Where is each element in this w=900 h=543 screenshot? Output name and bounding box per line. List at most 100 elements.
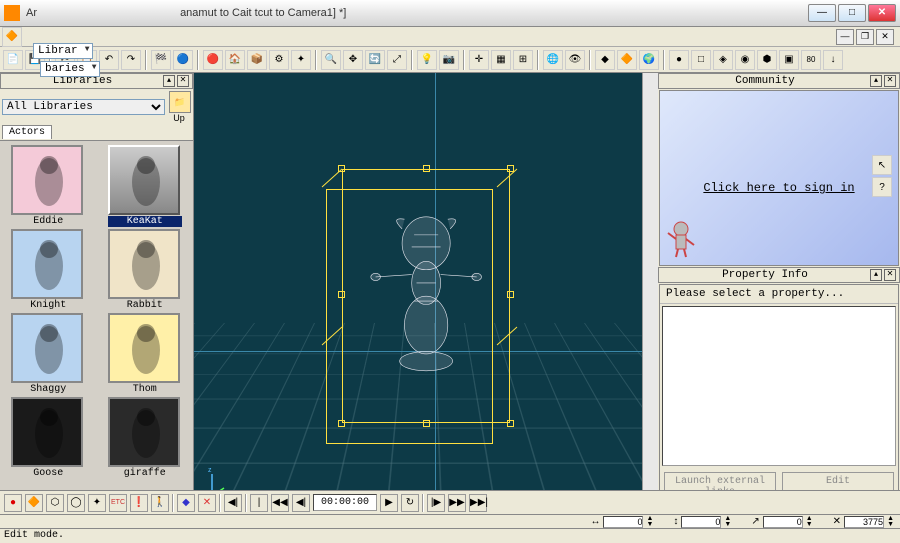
- coord-spinner[interactable]: ▲▼: [724, 516, 731, 528]
- tool-sphere[interactable]: 🔵: [173, 50, 193, 70]
- tl-prev-end[interactable]: ◀|: [224, 494, 242, 512]
- tool-box[interactable]: □: [691, 50, 711, 70]
- coord-spinner[interactable]: ▲▼: [646, 516, 653, 528]
- app-menu-icon[interactable]: 🔶: [2, 27, 22, 47]
- tool-axis[interactable]: ✛: [469, 50, 489, 70]
- tl-figure[interactable]: 🚶: [151, 494, 169, 512]
- mdi-close[interactable]: ✕: [876, 29, 894, 45]
- tool-rotate[interactable]: 🔄: [365, 50, 385, 70]
- tool-flag[interactable]: 🏁: [151, 50, 171, 70]
- coord-input[interactable]: [763, 516, 803, 528]
- tool-world[interactable]: 🌐: [543, 50, 563, 70]
- bounding-box[interactable]: [342, 169, 509, 424]
- step-fwd[interactable]: |▶: [427, 494, 445, 512]
- library-thumb[interactable]: Thom: [108, 313, 182, 395]
- tool-cube[interactable]: 📦: [247, 50, 267, 70]
- close-button[interactable]: ✕: [868, 4, 896, 22]
- tool-globe[interactable]: 🌍: [639, 50, 659, 70]
- signin-link[interactable]: Click here to sign in: [660, 181, 898, 195]
- coord-spinner[interactable]: ▲▼: [806, 516, 813, 528]
- tool-gear[interactable]: ⚙: [269, 50, 289, 70]
- library-dropdown[interactable]: Librar: [33, 43, 93, 59]
- community-pin[interactable]: ▴: [870, 75, 882, 87]
- mdi-restore[interactable]: ❐: [856, 29, 874, 45]
- tool-c2[interactable]: ◉: [735, 50, 755, 70]
- tool-move[interactable]: ✥: [343, 50, 363, 70]
- play-last[interactable]: ▶▶|: [469, 494, 487, 512]
- play-back[interactable]: ◀|: [292, 494, 310, 512]
- play-button[interactable]: ▶: [380, 494, 398, 512]
- tool-home[interactable]: 🏠: [225, 50, 245, 70]
- play-first[interactable]: |◀◀: [250, 494, 268, 512]
- bbox-handle[interactable]: [507, 165, 514, 172]
- libraries-close[interactable]: ✕: [177, 75, 189, 87]
- tool-c3[interactable]: ⬢: [757, 50, 777, 70]
- tool-undo[interactable]: ↶: [99, 50, 119, 70]
- record-icon[interactable]: ●: [4, 494, 22, 512]
- tl-b[interactable]: ⬡: [46, 494, 64, 512]
- loop-button[interactable]: ↻: [401, 494, 419, 512]
- actors-tab[interactable]: Actors: [2, 125, 52, 139]
- minimize-button[interactable]: —: [808, 4, 836, 22]
- bbox-handle[interactable]: [507, 420, 514, 427]
- tl-c[interactable]: ◯: [67, 494, 85, 512]
- bbox-handle[interactable]: [338, 291, 345, 298]
- library-thumb[interactable]: Goose: [11, 397, 85, 479]
- bbox-handle[interactable]: [423, 165, 430, 172]
- tl-etc[interactable]: ETC: [109, 494, 127, 512]
- tl-key[interactable]: ◆: [177, 494, 195, 512]
- tool-camera[interactable]: 📷: [439, 50, 459, 70]
- coord-input[interactable]: [681, 516, 721, 528]
- tl-del[interactable]: ✕: [198, 494, 216, 512]
- tool-c1[interactable]: ◈: [713, 50, 733, 70]
- library-select[interactable]: All Libraries: [2, 99, 165, 115]
- help-tool-icon[interactable]: ?: [872, 177, 892, 197]
- up-folder-button[interactable]: 📁: [169, 91, 191, 113]
- play-next[interactable]: ▶▶: [448, 494, 466, 512]
- library-thumb[interactable]: Shaggy: [11, 313, 85, 395]
- coord-spinner[interactable]: ▲▼: [887, 516, 894, 528]
- tl-marker[interactable]: ❗: [130, 494, 148, 512]
- tool-arrow[interactable]: ↓: [823, 50, 843, 70]
- tool-80[interactable]: 80: [801, 50, 821, 70]
- tool-redo[interactable]: ↷: [121, 50, 141, 70]
- viewport-3d[interactable]: zx: [194, 73, 658, 528]
- tool-search[interactable]: 🔍: [321, 50, 341, 70]
- property-close[interactable]: ✕: [884, 269, 896, 281]
- bbox-handle[interactable]: [338, 420, 345, 427]
- library-thumb[interactable]: Rabbit: [108, 229, 182, 311]
- tool-grid[interactable]: ▦: [491, 50, 511, 70]
- library-thumb[interactable]: giraffe: [108, 397, 182, 479]
- library-thumb[interactable]: KeaKat: [108, 145, 182, 227]
- play-prev[interactable]: ◀◀: [271, 494, 289, 512]
- viewport-scrollbar-v[interactable]: [642, 73, 658, 512]
- bbox-handle[interactable]: [507, 291, 514, 298]
- libraries-pin[interactable]: ▴: [163, 75, 175, 87]
- mdi-minimize[interactable]: —: [836, 29, 854, 45]
- tool-b[interactable]: 🔶: [617, 50, 637, 70]
- coord-input[interactable]: [844, 516, 884, 528]
- tool-new[interactable]: 📄: [3, 50, 23, 70]
- timecode[interactable]: 00:00:00: [313, 494, 377, 511]
- character-wireframe[interactable]: [366, 194, 486, 408]
- tl-a[interactable]: 🔶: [25, 494, 43, 512]
- tool-c4[interactable]: ▣: [779, 50, 799, 70]
- tool-snap[interactable]: ⊞: [513, 50, 533, 70]
- tool-eye[interactable]: 👁: [565, 50, 585, 70]
- bbox-handle[interactable]: [338, 165, 345, 172]
- tool-star[interactable]: ✦: [291, 50, 311, 70]
- community-close[interactable]: ✕: [884, 75, 896, 87]
- tool-dot[interactable]: ●: [669, 50, 689, 70]
- library-thumb[interactable]: Eddie: [11, 145, 85, 227]
- tl-d[interactable]: ✦: [88, 494, 106, 512]
- tool-scale[interactable]: ⤢: [387, 50, 407, 70]
- maximize-button[interactable]: □: [838, 4, 866, 22]
- cursor-tool-icon[interactable]: ↖: [872, 155, 892, 175]
- property-pin[interactable]: ▴: [870, 269, 882, 281]
- coord-input[interactable]: [603, 516, 643, 528]
- library-thumb[interactable]: Knight: [11, 229, 85, 311]
- tool-light[interactable]: 💡: [417, 50, 437, 70]
- tool-a[interactable]: ◆: [595, 50, 615, 70]
- bbox-handle[interactable]: [423, 420, 430, 427]
- sub-dropdown[interactable]: baries: [40, 61, 100, 77]
